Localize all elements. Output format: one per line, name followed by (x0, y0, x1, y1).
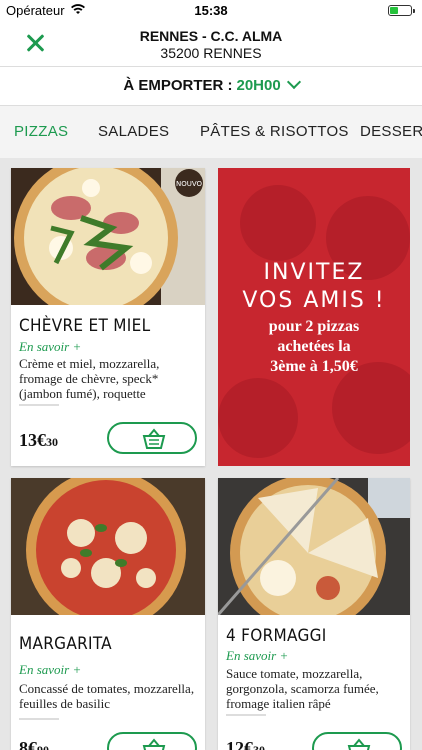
more-info-link[interactable]: En savoir + (19, 339, 81, 355)
pizza-image: NOUVO (11, 168, 205, 305)
product-card-chevre-miel[interactable]: NOUVO CHÈVRE ET MIEL En savoir + Crème e… (11, 168, 205, 466)
divider (19, 404, 59, 406)
product-description: Concassé de tomates, mozzarella, feuille… (19, 681, 195, 711)
order-time-value: 20H00 (236, 77, 281, 94)
pizza-image (11, 478, 205, 615)
basket-icon (142, 428, 166, 449)
promo-line-2: VOS AMIS ! (242, 288, 386, 313)
order-mode-selector[interactable]: À EMPORTER :20H00 (0, 67, 422, 106)
category-tabs: PIZZAS SALADES PÂTES & RISOTTOS DESSERTS (0, 106, 422, 158)
more-info-link[interactable]: En savoir + (226, 648, 288, 664)
product-card-margarita[interactable]: MARGARITA En savoir + Concassé de tomate… (11, 478, 205, 750)
tab-salades[interactable]: SALADES (98, 106, 169, 158)
battery-icon (388, 5, 415, 16)
tab-pizzas[interactable]: PIZZAS (14, 106, 68, 158)
add-to-basket-button[interactable] (312, 732, 402, 750)
more-info-link[interactable]: En savoir + (19, 662, 81, 678)
chevron-down-icon (286, 74, 301, 90)
pizza-image (218, 478, 410, 615)
product-name: 4 FORMAGGI (226, 626, 327, 646)
basket-icon (142, 738, 166, 750)
divider (226, 714, 266, 716)
tab-pates-risottos[interactable]: PÂTES & RISOTTOS (200, 106, 349, 158)
promo-background (218, 185, 410, 458)
product-name: CHÈVRE ET MIEL (19, 316, 151, 336)
status-bar: Opérateur 15:38 (0, 0, 422, 22)
order-mode-label: À EMPORTER : (123, 77, 233, 94)
store-name: RENNES - C.C. ALMA (139, 28, 283, 44)
clock: 15:38 (194, 3, 228, 18)
product-price: 13€30 (19, 430, 58, 450)
store-address: 35200 RENNES (160, 45, 262, 61)
svg-text:NOUVO: NOUVO (176, 180, 203, 188)
promo-line-1: INVITEZ (263, 260, 365, 285)
promo-line-4: achetées la (277, 338, 351, 355)
divider (19, 718, 59, 720)
product-description: Sauce tomate, mozzarella, gorgonzola, sc… (226, 666, 379, 711)
add-to-basket-button[interactable] (107, 732, 197, 750)
product-price: 12€30 (226, 738, 265, 750)
tab-desserts[interactable]: DESSERTS (360, 106, 422, 158)
product-name: MARGARITA (19, 634, 112, 654)
product-card-4-formaggi[interactable]: 4 FORMAGGI En savoir + Sauce tomate, moz… (218, 478, 410, 750)
product-description: Crème et miel, mozzarella, fromage de ch… (19, 356, 160, 401)
promo-line-5: 3ème à 1,50€ (270, 358, 358, 375)
add-to-basket-button[interactable] (107, 422, 197, 454)
basket-icon (347, 738, 371, 750)
store-header: RENNES - C.C. ALMA 35200 RENNES (0, 22, 422, 67)
promo-line-3: pour 2 pizzas (268, 318, 360, 335)
promo-banner[interactable]: INVITEZ VOS AMIS ! pour 2 pizzas achetée… (218, 168, 410, 466)
product-price: 8€90 (19, 738, 49, 750)
